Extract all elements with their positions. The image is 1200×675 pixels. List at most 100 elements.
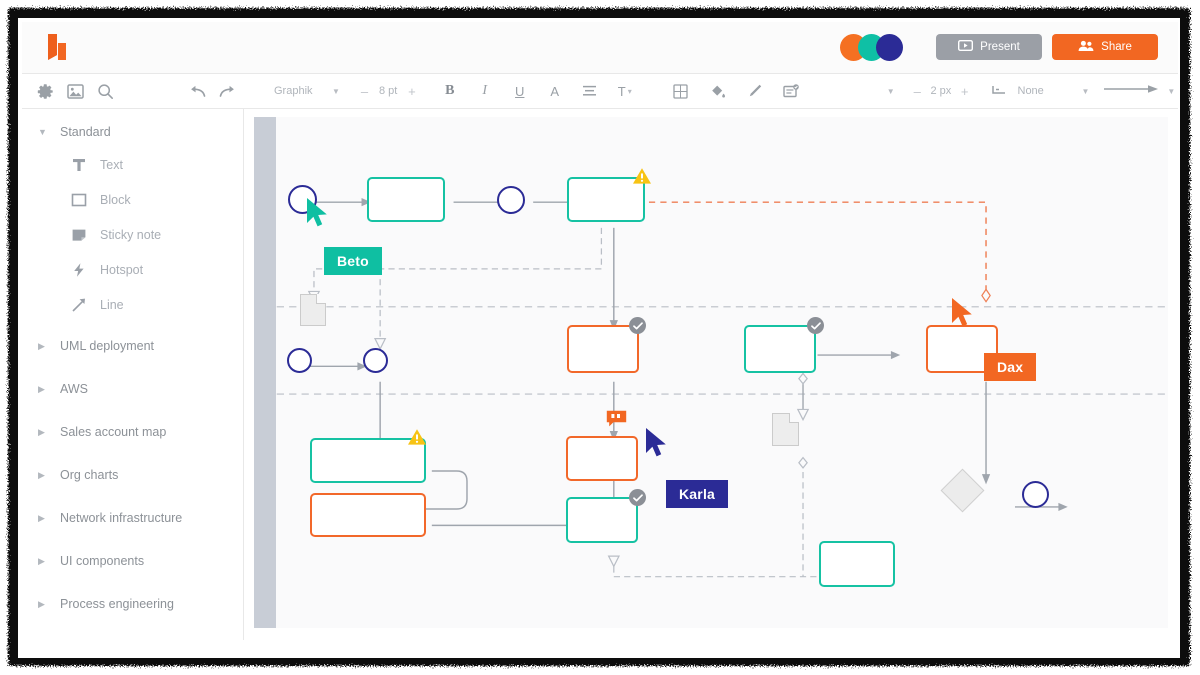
sidebar-item-label: Line	[100, 297, 124, 312]
sidebar-group-standard[interactable]: ▼ Standard	[22, 117, 243, 147]
sidebar-group-label: Org charts	[60, 468, 119, 482]
font-family-select[interactable]: Graphik	[270, 85, 326, 97]
italic-button[interactable]: I	[470, 76, 500, 106]
toolbar-border-group: ▼ – 2 px +	[881, 74, 974, 109]
process-box-teal-6[interactable]	[819, 541, 895, 587]
lucid-logo-icon[interactable]	[44, 32, 70, 62]
settings-gear-icon[interactable]	[30, 76, 60, 106]
sidebar-item-sticky-note[interactable]: Sticky note	[22, 217, 243, 252]
font-size-value[interactable]: 8 pt	[373, 85, 403, 97]
app-header: Present Share	[22, 22, 1178, 74]
chevron-down-icon: ▼	[38, 127, 47, 137]
border-width-decrease-button[interactable]: –	[909, 84, 926, 99]
sidebar-group-uml-deployment[interactable]: ▶ UML deployment	[22, 331, 243, 361]
node-circle-3[interactable]	[287, 348, 312, 373]
process-box-orange-1[interactable]	[567, 325, 639, 373]
underline-button[interactable]: U	[505, 76, 535, 106]
process-box-teal-5[interactable]	[566, 497, 638, 543]
process-box-orange-3[interactable]	[310, 493, 426, 537]
cursor-karla	[644, 427, 670, 459]
share-label: Share	[1101, 41, 1132, 53]
diagram-canvas[interactable]: Beto Dax Karla	[254, 117, 1168, 628]
font-size-decrease-button[interactable]: –	[356, 84, 373, 99]
avatar-navy[interactable]	[876, 34, 903, 61]
toolbar-text-format-group: B I U A T ▾	[435, 74, 640, 109]
swimlane-header-band[interactable]	[254, 117, 276, 628]
border-width-value[interactable]: 2 px	[926, 85, 956, 97]
text-options-button[interactable]: T ▾	[610, 76, 640, 106]
redo-icon[interactable]	[212, 76, 242, 106]
sidebar-group-org-charts[interactable]: ▶ Org charts	[22, 460, 243, 490]
line-icon	[68, 295, 90, 315]
sidebar-group-network-infrastructure[interactable]: ▶ Network infrastructure	[22, 503, 243, 533]
line-type-chevron-down-icon[interactable]: ▼	[1076, 87, 1096, 96]
sidebar-group-label: Standard	[60, 125, 111, 139]
sidebar-group-aws[interactable]: ▶ AWS	[22, 374, 243, 404]
sidebar-group-label: UI components	[60, 554, 145, 568]
node-circle-4[interactable]	[363, 348, 388, 373]
document-shape-1[interactable]	[300, 294, 326, 326]
lucidchart-app-window: Present Share Graphik ▼ – 8 pt + B I U A…	[22, 22, 1178, 640]
sidebar-item-label: Sticky note	[100, 227, 162, 242]
sidebar-group-label: Sales account map	[60, 425, 167, 439]
border-width-increase-button[interactable]: +	[956, 84, 974, 99]
bold-button[interactable]: B	[435, 76, 465, 106]
chevron-right-icon: ▶	[38, 555, 45, 566]
node-circle-2[interactable]	[497, 186, 525, 214]
chevron-right-icon: ▶	[38, 340, 45, 351]
sidebar-group-label: AWS	[60, 382, 89, 396]
sidebar-item-line[interactable]: Line	[22, 287, 243, 322]
sidebar-group-ui-components[interactable]: ▶ UI components	[22, 546, 243, 576]
process-box-orange-4[interactable]	[566, 436, 638, 481]
collaborator-name: Dax	[997, 359, 1024, 375]
text-icon	[68, 155, 90, 175]
sticky-note-icon	[68, 225, 90, 245]
document-shape-2[interactable]	[772, 413, 799, 446]
line-type-value[interactable]: None	[1014, 85, 1054, 97]
warning-badge[interactable]	[632, 167, 652, 185]
fill-color-icon[interactable]	[703, 76, 733, 106]
sidebar-item-block[interactable]: Block	[22, 182, 243, 217]
comment-badge[interactable]	[606, 410, 627, 427]
toolbar-line-type-group: None ▼	[984, 74, 1096, 109]
insert-image-icon[interactable]	[60, 76, 90, 106]
line-color-icon[interactable]	[740, 76, 770, 106]
arrow-style-chevron-down-icon[interactable]: ▼	[1161, 87, 1178, 96]
process-box-teal-3[interactable]	[744, 325, 816, 373]
text-color-button[interactable]: A	[540, 76, 570, 106]
toolbar-font-group: Graphik ▼ – 8 pt +	[270, 74, 421, 109]
line-jump-icon[interactable]	[984, 76, 1014, 106]
shape-notes-icon[interactable]	[777, 76, 807, 106]
collaborator-avatars[interactable]	[840, 34, 903, 61]
nametag-karla: Karla	[666, 480, 729, 508]
present-label: Present	[980, 41, 1020, 53]
sidebar-group-process-engineering[interactable]: ▶ Process engineering	[22, 589, 243, 619]
search-icon[interactable]	[90, 76, 120, 106]
warning-badge-2[interactable]	[407, 428, 427, 446]
font-family-chevron-down-icon[interactable]: ▼	[326, 87, 346, 96]
sidebar-item-text[interactable]: Text	[22, 147, 243, 182]
chevron-right-icon: ▶	[38, 469, 45, 480]
toolbar-history-group	[182, 74, 242, 109]
decision-diamond[interactable]	[940, 468, 985, 513]
sidebar-item-label: Hotspot	[100, 262, 144, 277]
shape-style-icon[interactable]	[666, 76, 696, 106]
canvas-container[interactable]: Beto Dax Karla	[244, 109, 1178, 640]
sidebar-item-hotspot[interactable]: Hotspot	[22, 252, 243, 287]
share-button[interactable]: Share	[1052, 34, 1158, 60]
toolbar-arrow-group: ▼	[1103, 74, 1178, 109]
sidebar-group-label: Process engineering	[60, 597, 174, 611]
align-button[interactable]	[575, 76, 605, 106]
present-button[interactable]: Present	[936, 34, 1042, 60]
border-style-chevron-down-icon[interactable]: ▼	[881, 87, 901, 96]
end-node-circle[interactable]	[1022, 481, 1049, 508]
check-badge-1[interactable]	[629, 317, 646, 334]
collaborator-name: Beto	[337, 253, 369, 269]
sidebar-group-sales-account-map[interactable]: ▶ Sales account map	[22, 417, 243, 447]
process-box-teal-1[interactable]	[367, 177, 445, 222]
check-badge-2[interactable]	[807, 317, 824, 334]
check-badge-3[interactable]	[629, 489, 646, 506]
arrow-end-style-icon[interactable]	[1103, 82, 1161, 100]
font-size-increase-button[interactable]: +	[403, 84, 421, 99]
undo-icon[interactable]	[182, 76, 212, 106]
